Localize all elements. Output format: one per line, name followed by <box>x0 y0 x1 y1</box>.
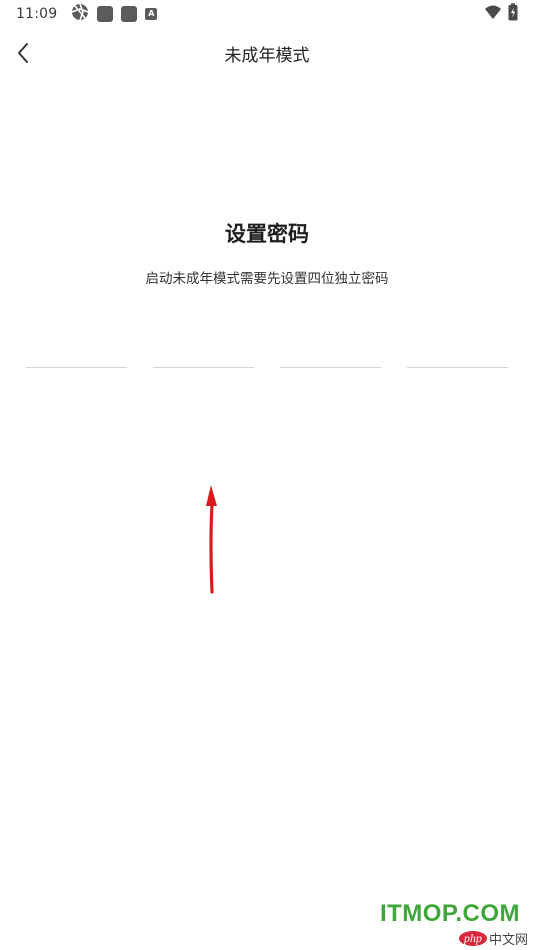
password-instruction: 启动未成年模式需要先设置四位独立密码 <box>145 271 389 287</box>
page-title: 未成年模式 <box>224 45 310 66</box>
app-square-icon <box>97 6 114 22</box>
aperture-icon <box>71 3 89 25</box>
watermark-php: php <box>458 931 487 946</box>
screen: 11:09 A 未成年模式 设置密码 启动未成年模式需要先设置四位独立密码 IT… <box>0 0 534 950</box>
pin-input-group <box>26 340 508 368</box>
nav-bar: 未成年模式 <box>0 30 534 76</box>
status-time: 11:09 <box>16 6 58 22</box>
pin-digit-1[interactable] <box>26 340 127 368</box>
chevron-left-icon <box>18 43 28 63</box>
battery-charging-icon <box>508 3 518 25</box>
pin-digit-4[interactable] <box>407 340 508 368</box>
wifi-icon <box>484 4 502 24</box>
pin-digit-3[interactable] <box>280 340 381 368</box>
watermark-sub: php 中文网 <box>458 929 528 948</box>
watermark-sub-text: 中文网 <box>488 933 528 948</box>
set-password-heading: 设置密码 <box>225 222 309 246</box>
red-arrow-annotation <box>196 482 226 601</box>
app-square-icon <box>121 6 138 22</box>
status-system-icons <box>484 3 518 25</box>
watermark: ITMOP.COM php 中文网 <box>358 900 528 948</box>
a-box-icon: A <box>145 8 158 20</box>
pin-digit-2[interactable] <box>153 340 254 368</box>
status-bar: 11:09 A <box>0 0 534 28</box>
status-notification-icons: A <box>71 3 158 25</box>
back-button[interactable] <box>6 36 40 70</box>
watermark-logo: ITMOP.COM <box>379 900 520 927</box>
